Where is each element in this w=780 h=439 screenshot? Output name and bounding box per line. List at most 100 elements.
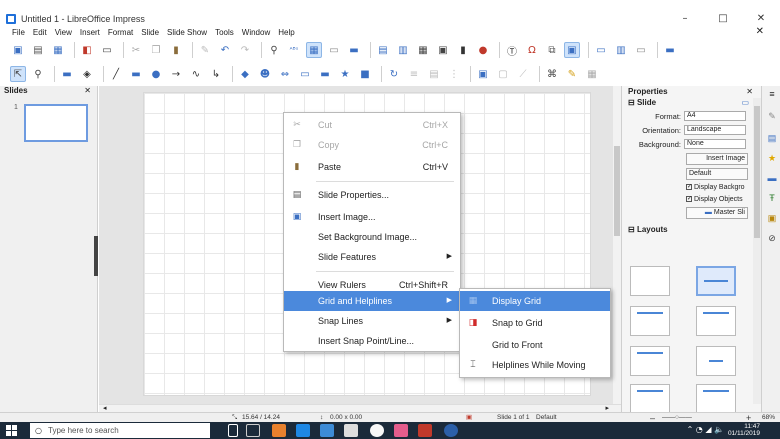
rectangle-icon[interactable]: ▬ (128, 66, 144, 82)
menu-format[interactable]: Format (108, 28, 133, 37)
properties-scroll-thumb[interactable] (754, 106, 760, 238)
menu-file[interactable]: File (12, 28, 25, 37)
save-icon[interactable]: ▦ (50, 42, 66, 58)
animation-icon[interactable]: ★ (766, 152, 778, 164)
connector-icon[interactable]: ↳ (208, 66, 224, 82)
image-icon[interactable]: ▣ (435, 42, 451, 58)
edge-browser-icon[interactable] (296, 424, 310, 437)
menu-edit[interactable]: Edit (33, 28, 47, 37)
layout-title-2-content-content[interactable] (630, 384, 670, 412)
toggle-extrusion-icon[interactable]: ▦ (584, 66, 600, 82)
deck-menu-icon[interactable]: ≡ (766, 88, 778, 100)
background-select[interactable]: None (684, 139, 746, 149)
fontwork-icon[interactable]: ▣ (564, 42, 580, 58)
start-current-slide-icon[interactable]: ▥ (613, 42, 629, 58)
paint-app-icon[interactable] (394, 424, 408, 437)
gallery-icon[interactable]: ▣ (766, 212, 778, 224)
line-icon[interactable]: ╱ (108, 66, 124, 82)
more-options-icon[interactable]: ▭ (741, 98, 749, 108)
menu-item-copy[interactable]: ❐ Copy Ctrl+C (284, 135, 460, 155)
menu-slide[interactable]: Slide (141, 28, 159, 37)
close-properties-icon[interactable]: ✕ (746, 86, 753, 98)
menu-item-display-grid[interactable]: ▦ Display Grid (460, 291, 610, 311)
menu-help[interactable]: Help (278, 28, 294, 37)
navigator-icon[interactable]: ⊘ (766, 232, 778, 244)
calculator-icon[interactable] (344, 424, 358, 437)
templates-icon[interactable]: ▤ (30, 42, 46, 58)
chart-icon[interactable]: ▮ (455, 42, 471, 58)
crop-icon[interactable]: ▢ (495, 66, 511, 82)
menu-slide-show[interactable]: Slide Show (167, 28, 207, 37)
start-first-slide-icon[interactable]: ▭ (593, 42, 609, 58)
menu-item-paste[interactable]: ▮ Paste Ctrl+V (284, 157, 460, 177)
slide-layout-icon[interactable]: ▥ (395, 42, 411, 58)
menu-item-slide-properties[interactable]: ▤ Slide Properties... (284, 185, 460, 205)
fill-color-icon[interactable]: ◈ (79, 66, 95, 82)
file-explorer-icon[interactable] (246, 424, 260, 437)
clock[interactable]: 11:47 01/11/2019 (728, 423, 760, 437)
redo-icon[interactable]: ↷ (237, 42, 253, 58)
maximize-button[interactable]: □ (704, 12, 742, 26)
cut-toolbar-icon[interactable]: ✂ (128, 42, 144, 58)
vertical-scrollbar[interactable] (613, 86, 621, 404)
taskbar-search-box[interactable]: ○ Type here to search (30, 423, 210, 438)
undo-icon[interactable]: ↶ (217, 42, 233, 58)
format-select[interactable]: A4 (684, 111, 746, 121)
menu-item-snap-to-grid[interactable]: ◨ Snap to Grid (460, 313, 610, 333)
collapse-slide-icon[interactable]: ⊟ (628, 98, 637, 107)
vertical-scroll-thumb[interactable] (614, 146, 620, 236)
menu-item-set-background-image[interactable]: Set Background Image... (284, 227, 460, 247)
styles-icon[interactable]: Ŧ (766, 192, 778, 204)
layout-title-content-2-content[interactable] (696, 384, 736, 412)
display-objects-checkbox[interactable]: ✓ Display Objects (686, 195, 761, 204)
flowchart-icon[interactable]: ▭ (297, 66, 313, 82)
symbol-shapes-icon[interactable]: ☻ (257, 66, 273, 82)
rotate-icon[interactable]: ↻ (386, 66, 402, 82)
slide-thumbnail[interactable] (24, 104, 88, 142)
orientation-select[interactable]: Landscape (684, 125, 746, 135)
filter-icon[interactable]: ⟋ (515, 66, 531, 82)
glue-points-icon[interactable]: ✎ (564, 66, 580, 82)
zoom-icon[interactable]: ⚲ (30, 66, 46, 82)
menu-item-grid-to-front[interactable]: Grid to Front (460, 335, 610, 355)
3d-objects-icon[interactable]: ■ (357, 66, 373, 82)
close-document-icon[interactable]: ✕ (756, 26, 764, 38)
layout-title-2-content[interactable] (696, 306, 736, 336)
hyperlink-icon[interactable]: ⧉ (544, 42, 560, 58)
start-presenter-icon[interactable]: ▭ (633, 42, 649, 58)
chrome-icon[interactable] (370, 424, 384, 437)
menu-insert[interactable]: Insert (80, 28, 100, 37)
layout-title-content[interactable] (630, 306, 670, 336)
slide-section-header[interactable]: ⊟ Slide ▭ (622, 98, 761, 108)
clone-formatting-icon[interactable]: ✎ (197, 42, 213, 58)
media-icon[interactable]: ● (475, 42, 491, 58)
menu-item-snap-lines[interactable]: Snap Lines ▶ (284, 311, 460, 331)
text-box-icon[interactable]: Ⓣ (504, 42, 520, 58)
shadow-icon[interactable]: ▣ (475, 66, 491, 82)
layout-blank[interactable] (630, 266, 670, 296)
block-arrows-icon[interactable]: ⇔ (277, 66, 293, 82)
new-slide-icon[interactable]: ▬ (662, 42, 678, 58)
properties-scrollbar[interactable] (753, 98, 761, 404)
master-slides-button[interactable]: ▬ Master Sli (686, 207, 748, 219)
system-tray-icons[interactable]: ⌃ ◔ ◢ 🔈 (687, 425, 724, 434)
scroll-right-icon[interactable]: ▸ (605, 404, 609, 412)
master-slide-icon[interactable]: ▤ (375, 42, 391, 58)
minimize-button[interactable]: – (666, 12, 704, 26)
find-replace-icon[interactable]: ⚲ (266, 42, 282, 58)
menu-item-insert-image[interactable]: ▣ Insert Image... (284, 207, 460, 227)
table-icon[interactable]: ▦ (415, 42, 431, 58)
master-slide-select[interactable]: Default (686, 168, 748, 180)
menu-item-cut[interactable]: ✂ Cut Ctrl+X (284, 115, 460, 135)
menu-item-slide-features[interactable]: Slide Features ▶ (284, 247, 460, 267)
new-icon[interactable]: ▣ (10, 42, 26, 58)
pane-collapse-handle[interactable] (94, 236, 98, 276)
horizontal-scrollbar[interactable]: ◂ ▸ (99, 404, 621, 412)
display-grid-toolbar-icon[interactable]: ▦ (306, 42, 322, 58)
arrow-line-icon[interactable]: → (168, 66, 184, 82)
ellipse-icon[interactable]: ● (148, 66, 164, 82)
basic-shapes-icon[interactable]: ◆ (237, 66, 253, 82)
properties-deck-icon[interactable]: ✎ (766, 110, 778, 122)
export-pdf-icon[interactable]: ◧ (79, 42, 95, 58)
select-icon[interactable]: ⇱ (10, 66, 26, 82)
